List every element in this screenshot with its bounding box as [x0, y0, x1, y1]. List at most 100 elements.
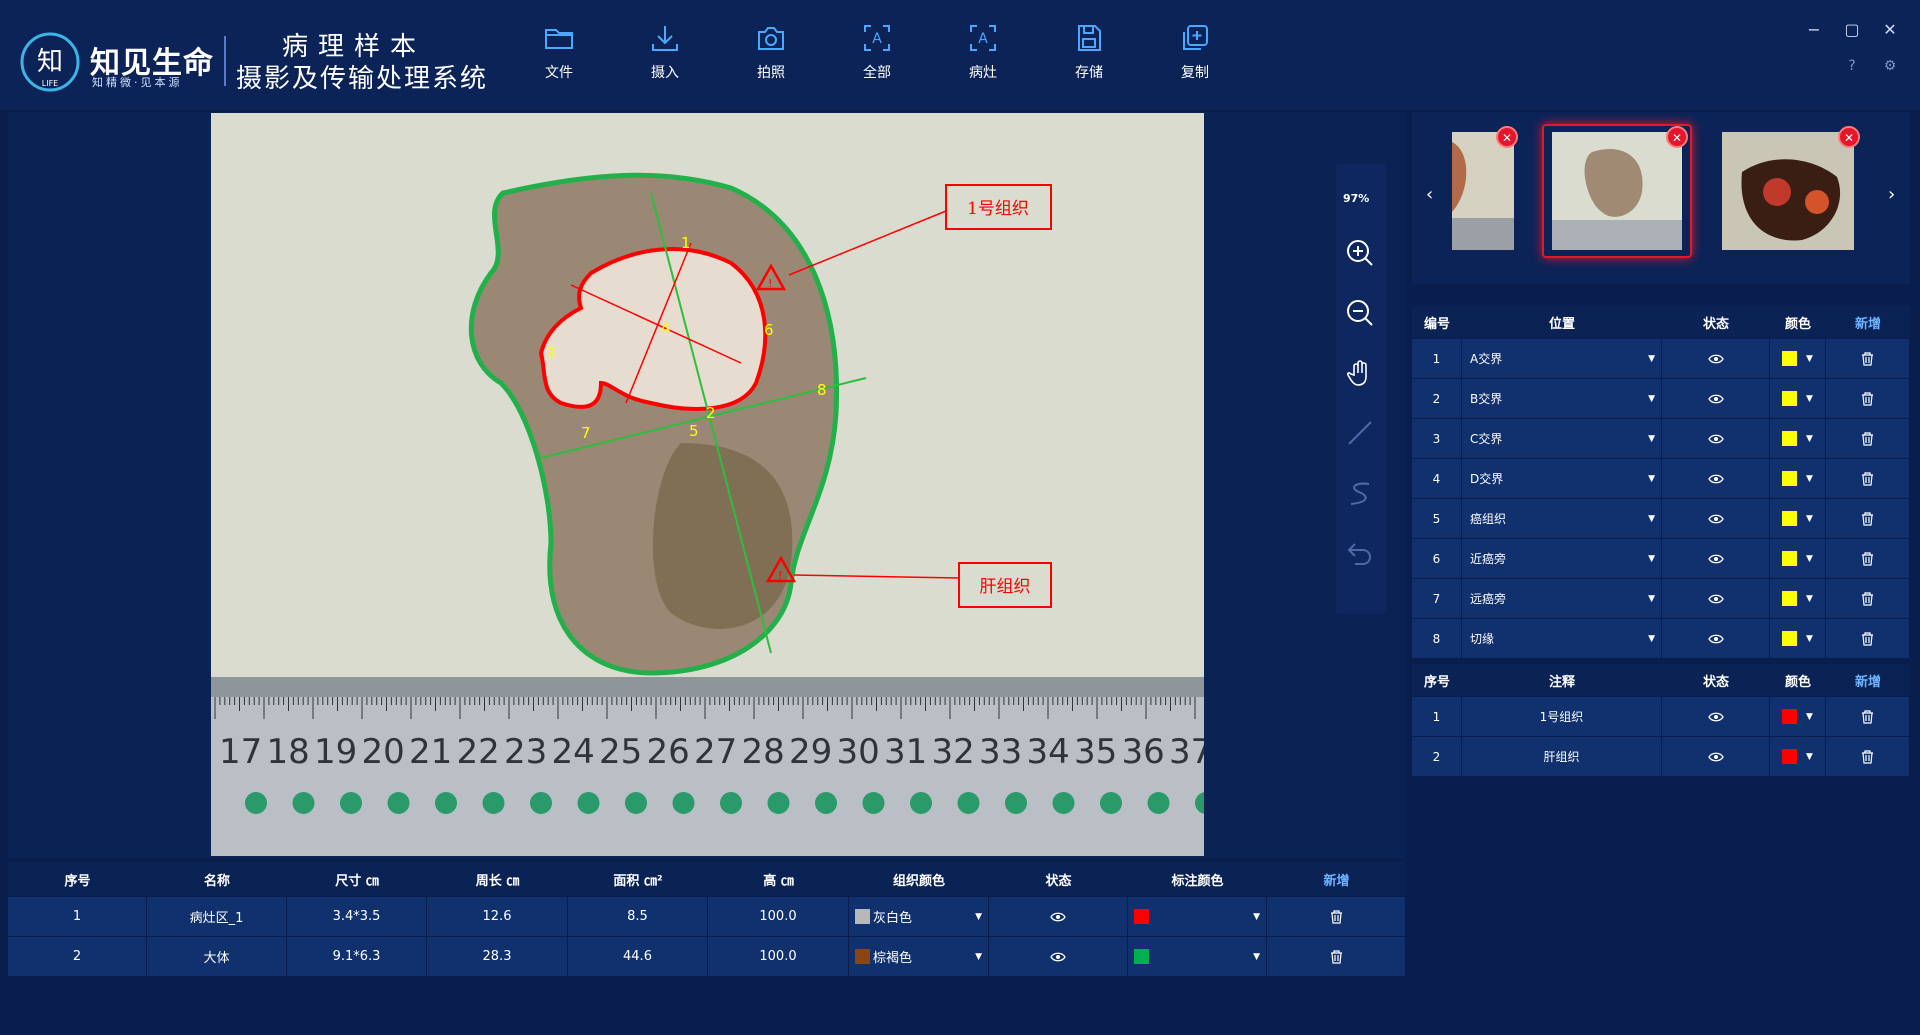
delete-button[interactable]: [1826, 737, 1910, 776]
thumbnail-3[interactable]: [1722, 132, 1854, 250]
delete-button[interactable]: [1826, 419, 1910, 458]
color-select[interactable]: ▼: [1770, 499, 1826, 538]
table-row[interactable]: 1 病灶区_1 3.4*3.5 12.6 8.5 100.0 灰白色 ▼ ▼: [8, 896, 1406, 936]
settings-icon[interactable]: ⚙: [1882, 58, 1898, 74]
zoom-in-icon[interactable]: [1345, 238, 1375, 268]
visibility-toggle[interactable]: [1662, 539, 1770, 578]
position-row[interactable]: 2 B交界 ▼ ▼: [1412, 378, 1910, 418]
ruler-number: 29: [789, 732, 832, 772]
pan-hand-icon[interactable]: [1345, 358, 1375, 388]
thumbnail-2[interactable]: [1552, 132, 1682, 250]
color-select[interactable]: ▼: [1770, 539, 1826, 578]
header-status: 状态: [1702, 316, 1729, 332]
delete-button[interactable]: [1826, 539, 1910, 578]
visibility-toggle[interactable]: [1662, 459, 1770, 498]
table-row[interactable]: 2 大体 9.1*6.3 28.3 44.6 100.0 棕褐色 ▼ ▼: [8, 936, 1406, 976]
delete-button[interactable]: [1826, 697, 1910, 736]
ruler-dot: [292, 792, 315, 814]
tissue-color-swatch: [855, 949, 870, 964]
row-name: 病灶区_1: [147, 897, 287, 936]
position-select[interactable]: A交界 ▼: [1462, 339, 1662, 378]
note-row[interactable]: 2 肝组织 ▼: [1412, 736, 1910, 776]
photo-button[interactable]: 拍照: [718, 22, 824, 92]
thumbnail-close-icon[interactable]: ✕: [1838, 126, 1860, 148]
delete-button[interactable]: [1826, 579, 1910, 618]
position-row[interactable]: 6 近癌旁 ▼ ▼: [1412, 538, 1910, 578]
chevron-down-icon: ▼: [1253, 911, 1260, 922]
note-row[interactable]: 1 1号组织 ▼: [1412, 696, 1910, 736]
file-button[interactable]: 文件: [506, 22, 612, 92]
color-select[interactable]: ▼: [1770, 697, 1826, 736]
specimen-image[interactable]: 17 18 19 20 21 22 23 24 25 26 27 28 29 30 31 32 33 34 35 36…: [211, 113, 1204, 856]
line-tool-icon[interactable]: [1345, 418, 1375, 448]
position-select[interactable]: C交界 ▼: [1462, 419, 1662, 458]
copy-button[interactable]: 复制: [1142, 22, 1248, 92]
mark-color-select[interactable]: ▼: [1128, 937, 1267, 976]
color-select[interactable]: ▼: [1770, 339, 1826, 378]
position-row[interactable]: 5 癌组织 ▼ ▼: [1412, 498, 1910, 538]
visibility-toggle[interactable]: [1662, 697, 1770, 736]
delete-button[interactable]: [1826, 619, 1910, 658]
delete-button[interactable]: [1826, 459, 1910, 498]
minimize-icon[interactable]: −: [1806, 20, 1822, 39]
trash-icon: [1862, 749, 1873, 764]
add-position-button[interactable]: 新增: [1826, 313, 1910, 332]
position-select[interactable]: D交界 ▼: [1462, 459, 1662, 498]
thumbnail-next-icon[interactable]: ›: [1888, 184, 1895, 205]
curve-tool-icon[interactable]: [1345, 478, 1375, 508]
delete-button[interactable]: [1826, 499, 1910, 538]
visibility-toggle[interactable]: [1662, 619, 1770, 658]
visibility-toggle[interactable]: [1662, 499, 1770, 538]
visibility-toggle[interactable]: [1662, 737, 1770, 776]
position-table-header: 编号 位置 状态 颜色 新增: [1412, 306, 1910, 338]
delete-button[interactable]: [1826, 379, 1910, 418]
thumbnail-close-icon[interactable]: ✕: [1666, 126, 1688, 148]
tissue-color-select[interactable]: 灰白色 ▼: [849, 897, 989, 936]
color-select[interactable]: ▼: [1770, 737, 1826, 776]
note-table-header: 序号 注释 状态 颜色 新增: [1412, 664, 1910, 696]
color-select[interactable]: ▼: [1770, 579, 1826, 618]
maximize-icon[interactable]: ▢: [1844, 20, 1860, 39]
add-row-button[interactable]: 新增: [1267, 862, 1406, 896]
color-select[interactable]: ▼: [1770, 459, 1826, 498]
visibility-toggle[interactable]: [1662, 379, 1770, 418]
tissue-color-select[interactable]: 棕褐色 ▼: [849, 937, 989, 976]
visibility-toggle[interactable]: [1662, 419, 1770, 458]
position-select[interactable]: 癌组织 ▼: [1462, 499, 1662, 538]
thumbnail-1[interactable]: [1452, 132, 1514, 250]
lesion-button[interactable]: A 病灶: [930, 22, 1036, 92]
visibility-toggle[interactable]: [989, 937, 1128, 976]
position-select[interactable]: 远癌旁 ▼: [1462, 579, 1662, 618]
position-no: 2: [1412, 379, 1462, 418]
delete-button[interactable]: [1267, 937, 1406, 976]
color-select[interactable]: ▼: [1770, 419, 1826, 458]
help-icon[interactable]: ?: [1844, 58, 1860, 74]
position-row[interactable]: 8 切缘 ▼ ▼: [1412, 618, 1910, 658]
undo-icon[interactable]: [1345, 538, 1375, 568]
color-select[interactable]: ▼: [1770, 379, 1826, 418]
position-select[interactable]: 近癌旁 ▼: [1462, 539, 1662, 578]
position-row[interactable]: 1 A交界 ▼ ▼: [1412, 338, 1910, 378]
mark-color-select[interactable]: ▼: [1128, 897, 1267, 936]
thumbnail-prev-icon[interactable]: ‹: [1426, 184, 1433, 205]
delete-button[interactable]: [1826, 339, 1910, 378]
position-row[interactable]: 4 D交界 ▼ ▼: [1412, 458, 1910, 498]
color-select[interactable]: ▼: [1770, 619, 1826, 658]
thumbnail-close-icon[interactable]: ✕: [1496, 126, 1518, 148]
delete-button[interactable]: [1267, 897, 1406, 936]
save-button[interactable]: 存储: [1036, 22, 1142, 92]
add-note-button[interactable]: 新增: [1826, 671, 1910, 690]
visibility-toggle[interactable]: [1662, 339, 1770, 378]
position-row[interactable]: 7 远癌旁 ▼ ▼: [1412, 578, 1910, 618]
row-size: 9.1*6.3: [287, 937, 427, 976]
import-button[interactable]: 摄入: [612, 22, 718, 92]
visibility-toggle[interactable]: [1662, 579, 1770, 618]
select-all-button[interactable]: A 全部: [824, 22, 930, 92]
position-select[interactable]: 切缘 ▼: [1462, 619, 1662, 658]
zoom-out-icon[interactable]: [1345, 298, 1375, 328]
position-label: A交界: [1470, 352, 1503, 366]
visibility-toggle[interactable]: [989, 897, 1128, 936]
position-row[interactable]: 3 C交界 ▼ ▼: [1412, 418, 1910, 458]
position-select[interactable]: B交界 ▼: [1462, 379, 1662, 418]
close-icon[interactable]: ✕: [1882, 20, 1898, 39]
